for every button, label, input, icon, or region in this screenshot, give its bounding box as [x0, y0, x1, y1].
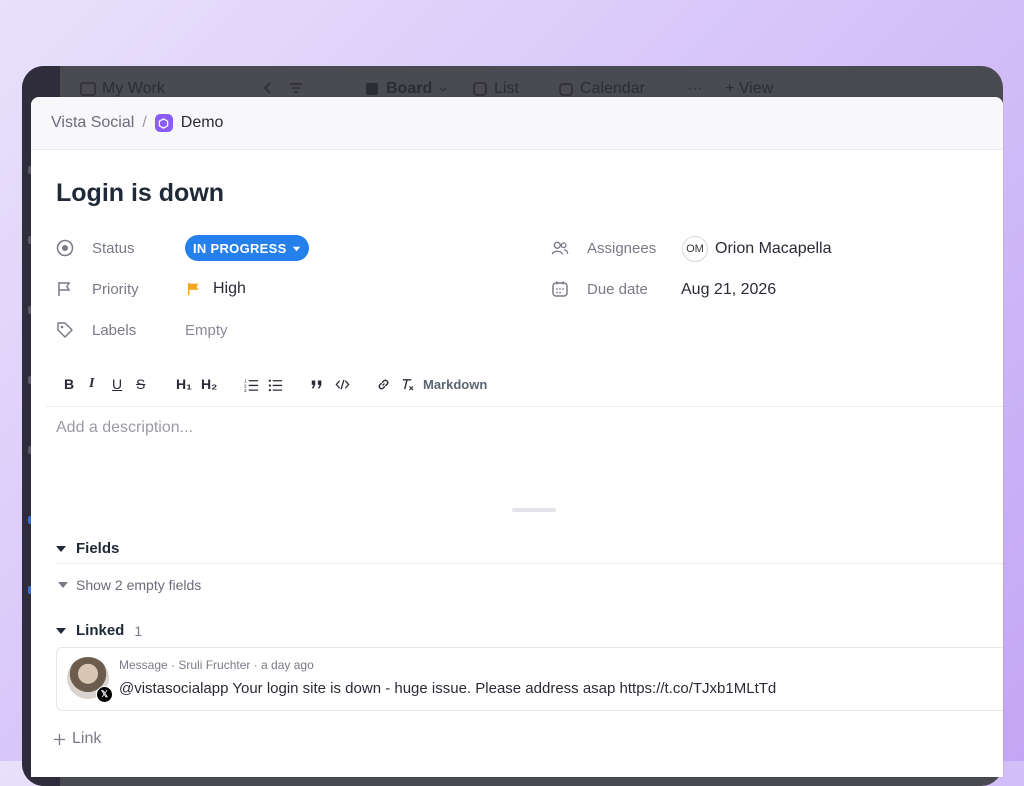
svg-text:3: 3 — [244, 388, 247, 392]
caret-down-icon — [56, 545, 66, 552]
assignee-avatar[interactable]: OM — [682, 236, 708, 262]
strikethrough-button[interactable]: S — [136, 374, 145, 394]
due-date-property: Due date — [551, 280, 648, 298]
linked-item-meta: Message · Sruli Fruchter · a day ago — [119, 658, 314, 672]
sidebar-toggle-icon — [80, 82, 96, 96]
users-icon — [551, 239, 569, 257]
assignee-name[interactable]: Orion Macapella — [715, 240, 832, 258]
add-link-button[interactable]: Link — [53, 730, 101, 748]
priority-property: Priority — [56, 280, 139, 298]
numbered-list-icon[interactable]: 123 — [244, 374, 259, 394]
assignees-property: Assignees — [551, 239, 656, 257]
show-empty-fields-button[interactable]: Show 2 empty fields — [58, 577, 201, 593]
priority-value[interactable]: High — [185, 280, 246, 298]
breadcrumb-separator: / — [142, 114, 147, 131]
task-title[interactable]: Login is down — [56, 179, 224, 208]
bullet-list-icon[interactable] — [268, 374, 283, 394]
underline-button[interactable]: U — [112, 374, 122, 394]
breadcrumb-parent[interactable]: Vista Social — [51, 114, 134, 132]
status-icon — [56, 239, 74, 257]
flag-outline-icon — [56, 280, 74, 298]
list-icon — [473, 82, 487, 96]
calendar-icon — [551, 280, 569, 298]
tab-calendar[interactable]: Calendar — [558, 80, 645, 98]
heading2-button[interactable]: H₂ — [201, 374, 217, 394]
tab-list[interactable]: List — [472, 80, 519, 98]
add-link-label: Link — [72, 730, 102, 747]
heading1-button[interactable]: H₁ — [176, 374, 192, 394]
plus-icon — [53, 733, 66, 745]
markdown-toggle[interactable]: Markdown — [423, 374, 487, 394]
linked-section-title: Linked — [76, 622, 125, 639]
breadcrumb-current[interactable]: Demo — [181, 114, 224, 132]
tab-board[interactable]: Board — [364, 80, 448, 98]
show-empty-fields-label: Show 2 empty fields — [76, 577, 202, 593]
linked-item[interactable]: 𝕏 Message · Sruli Fruchter · a day ago @… — [56, 647, 1003, 711]
back-chevron-icon[interactable] — [260, 80, 276, 96]
x-logo-icon: 𝕏 — [96, 686, 113, 703]
caret-down-icon — [58, 582, 68, 588]
fields-section-title: Fields — [76, 540, 120, 557]
task-modal: Vista Social / Demo Login is down Status… — [31, 97, 1003, 777]
italic-button[interactable]: I — [89, 374, 94, 394]
link-icon[interactable] — [376, 374, 391, 394]
chevron-down-icon — [439, 87, 447, 92]
labels-label: Labels — [92, 321, 137, 339]
labels-value[interactable]: Empty — [185, 322, 228, 339]
linked-count: 1 — [134, 622, 143, 639]
breadcrumb: Vista Social / Demo — [31, 97, 1003, 150]
space-icon — [154, 114, 173, 132]
priority-text: High — [213, 280, 246, 297]
view-name: My Work — [102, 80, 165, 97]
fields-divider — [56, 563, 1003, 564]
priority-label: Priority — [92, 280, 139, 298]
board-icon — [366, 83, 378, 95]
status-value: IN PROGRESS — [193, 240, 287, 256]
caret-down-icon — [292, 246, 300, 251]
code-icon[interactable] — [335, 374, 350, 394]
fields-section-toggle[interactable]: Fields — [56, 540, 119, 557]
editor-divider — [46, 406, 1003, 407]
add-view-button[interactable]: + View — [725, 80, 773, 98]
status-label: Status — [92, 239, 135, 257]
my-work-title[interactable]: My Work — [80, 80, 165, 98]
calendar-icon — [559, 83, 573, 96]
status-property: Status — [56, 239, 135, 257]
resize-handle[interactable] — [512, 508, 556, 512]
tag-icon — [56, 321, 74, 339]
bold-button[interactable]: B — [64, 374, 74, 394]
labels-property: Labels — [56, 321, 136, 339]
caret-down-icon — [56, 627, 66, 634]
linked-section-toggle[interactable]: Linked 1 — [56, 622, 142, 639]
description-input[interactable]: Add a description... — [56, 419, 193, 437]
due-date-label: Due date — [587, 280, 648, 298]
more-views-button[interactable]: ··· — [687, 80, 703, 98]
quote-icon[interactable] — [310, 374, 324, 394]
linked-item-text: @vistasocialapp Your login site is down … — [119, 680, 777, 697]
clear-format-icon[interactable] — [400, 374, 415, 394]
due-date-value[interactable]: Aug 21, 2026 — [681, 281, 776, 299]
assignees-label: Assignees — [587, 239, 657, 257]
status-dropdown[interactable]: IN PROGRESS — [185, 235, 309, 261]
priority-flag-icon — [185, 280, 203, 298]
filter-icon[interactable] — [288, 80, 304, 96]
